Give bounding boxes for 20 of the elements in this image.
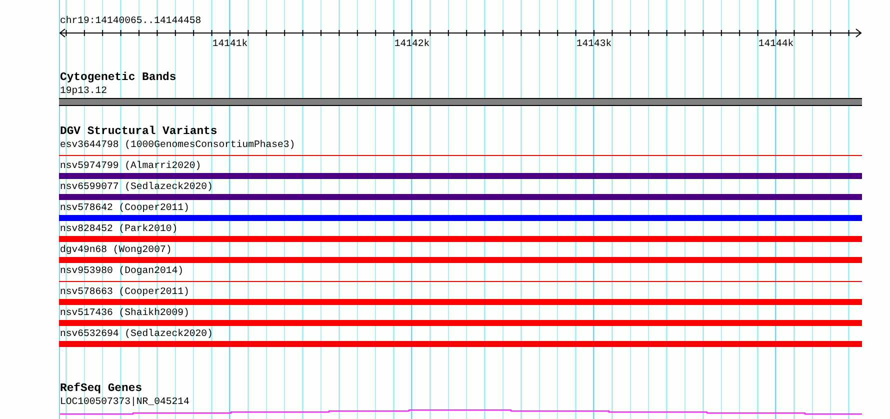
band-label: 19p13.12 (59, 85, 108, 97)
track-title: RefSeq Genes (59, 382, 142, 396)
ruler-label: 14141k (212, 38, 248, 49)
variant-label[interactable]: dgv49n68 (Wong2007) (59, 244, 172, 256)
variant-label[interactable]: nsv578663 (Cooper2011) (59, 286, 190, 298)
variant-label[interactable]: nsv828452 (Park2010) (59, 223, 178, 235)
variant-label[interactable]: nsv5974799 (Almarri2020) (59, 160, 202, 172)
variant-label[interactable]: nsv953980 (Dogan2014) (59, 265, 184, 277)
track-title: DGV Structural Variants (59, 125, 218, 139)
variant-label[interactable]: nsv517436 (Shaikh2009) (59, 307, 190, 319)
variant-label[interactable]: esv3644798 (1000GenomesConsortiumPhase3) (59, 139, 296, 151)
ruler-label: 14143k (576, 38, 612, 49)
variant-label[interactable]: nsv6599077 (Sedlazeck2020) (59, 181, 213, 193)
variant-label[interactable]: nsv578642 (Cooper2011) (59, 202, 190, 214)
gene-label[interactable]: LOC100507373|NR_045214 (59, 396, 190, 408)
track-title: Cytogenetic Bands (59, 71, 176, 85)
ruler-label: 14144k (758, 38, 794, 49)
ruler-label: 14142k (394, 38, 430, 49)
variant-label[interactable]: nsv6532694 (Sedlazeck2020) (59, 328, 213, 340)
locus-coordinates: chr19:14140065..14144458 (59, 15, 202, 27)
